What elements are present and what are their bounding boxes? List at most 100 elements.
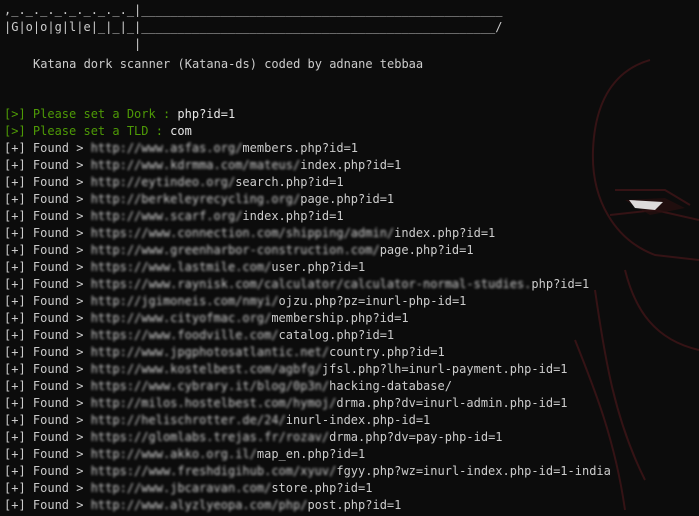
found-prefix: [+] Found > [4, 430, 91, 444]
result-url-path[interactable]: php?id=1 [531, 277, 589, 291]
result-row: [+] Found > http://berkeleyrecycling.org… [4, 191, 696, 208]
result-url-host-redacted: http://www.jbcaravan.com/ [90, 481, 272, 495]
dork-input-value[interactable]: php?id=1 [177, 107, 235, 121]
found-prefix: [+] Found > [4, 277, 91, 291]
found-prefix: [+] Found > [4, 396, 91, 410]
result-row: [+] Found > https://glomlabs.trejas.fr/r… [4, 429, 696, 446]
result-row: [+] Found > http://www.greenharbor-const… [4, 242, 696, 259]
result-url-path[interactable]: map_en.php?id=1 [257, 447, 365, 461]
result-row: [+] Found > https://www.raynisk.com/calc… [4, 276, 696, 293]
result-url-path[interactable]: index.php?id=1 [242, 209, 343, 223]
result-row: [+] Found > http://jgimoneis.com/nmyi/oj… [4, 293, 696, 310]
tld-input-value[interactable]: com [170, 124, 192, 138]
result-url-host-redacted: http://helischrotter.de/24/ [90, 413, 286, 427]
result-url-host-redacted: https://www.foodville.com/ [90, 328, 279, 342]
result-url-path[interactable]: drma.php?dv=inurl-admin.php-id=1 [336, 396, 567, 410]
result-url-path[interactable]: catalog.php?id=1 [279, 328, 395, 342]
result-url-host-redacted: http://www.scarf.org/ [90, 209, 243, 223]
result-url-host-redacted: https://www.cybrary.it/blog/0p3n/ [90, 379, 330, 393]
result-row: [+] Found > http://www.scarf.org/index.p… [4, 208, 696, 225]
result-row: [+] Found > http://www.jpgphotosatlantic… [4, 344, 696, 361]
tld-prompt-label: [>] Please set a TLD : [4, 124, 171, 138]
result-url-path[interactable]: index.php?id=1 [300, 158, 401, 172]
found-prefix: [+] Found > [4, 209, 91, 223]
result-url-path[interactable]: user.php?id=1 [271, 260, 365, 274]
result-url-path[interactable]: membership.php?id=1 [271, 311, 408, 325]
result-url-path[interactable]: inurl-index.php-id=1 [286, 413, 431, 427]
banner-line-3: | [4, 37, 142, 51]
result-url-host-redacted: https://www.raynisk.com/calculator/calcu… [90, 277, 532, 291]
found-prefix: [+] Found > [4, 294, 91, 308]
found-prefix: [+] Found > [4, 175, 91, 189]
found-prefix: [+] Found > [4, 328, 91, 342]
found-prefix: [+] Found > [4, 362, 91, 376]
result-url-host-redacted: https://www.connection.com/shipping/admi… [90, 226, 395, 240]
result-url-path[interactable]: page.php?id=1 [300, 192, 394, 206]
google-banner: ,_._._._._._._._._|_____________________… [4, 2, 503, 53]
result-url-host-redacted: http://milos.hostelbest.com/hymoj/ [90, 396, 337, 410]
tld-prompt: [>] Please set a TLD : com [4, 123, 696, 140]
result-url-path[interactable]: hacking-database/ [329, 379, 452, 393]
result-url-path[interactable]: page.php?id=1 [380, 243, 474, 257]
result-row: [+] Found > https://www.connection.com/s… [4, 225, 696, 242]
results-list: [+] Found > http://www.asfas.org/members… [4, 140, 696, 514]
found-prefix: [+] Found > [4, 464, 91, 478]
result-url-host-redacted: http://www.greenharbor-construction.com/ [90, 243, 380, 257]
result-url-host-redacted: http://jgimoneis.com/nmyi/ [90, 294, 279, 308]
found-prefix: [+] Found > [4, 141, 91, 155]
result-row: [+] Found > http://www.akko.org.il/map_e… [4, 446, 696, 463]
result-url-path[interactable]: members.php?id=1 [242, 141, 358, 155]
result-url-path[interactable]: search.php?id=1 [235, 175, 343, 189]
result-row: [+] Found > http://eytindeo.org/search.p… [4, 174, 696, 191]
result-row: [+] Found > https://www.cybrary.it/blog/… [4, 378, 696, 395]
result-url-path[interactable]: store.php?id=1 [271, 481, 372, 495]
found-prefix: [+] Found > [4, 379, 91, 393]
found-prefix: [+] Found > [4, 192, 91, 206]
found-prefix: [+] Found > [4, 498, 91, 512]
result-row: [+] Found > http://www.kostelbest.com/ag… [4, 361, 696, 378]
terminal-window[interactable]: ,_._._._._._._._._|_____________________… [0, 0, 699, 516]
terminal-output: [>] Please set a Dork : php?id=1 [>] Ple… [4, 106, 696, 514]
result-row: [+] Found > http://www.cityofmac.org/mem… [4, 310, 696, 327]
result-url-host-redacted: http://www.akko.org.il/ [90, 447, 257, 461]
result-url-path[interactable]: fgyy.php?wz=inurl-index.php-id=1-india [336, 464, 611, 478]
result-url-host-redacted: http://www.kostelbest.com/agbfg/ [90, 362, 322, 376]
found-prefix: [+] Found > [4, 413, 91, 427]
found-prefix: [+] Found > [4, 158, 91, 172]
result-url-host-redacted: http://www.alyzlyeopa.com/php/ [90, 498, 308, 512]
result-url-host-redacted: http://www.asfas.org/ [90, 141, 243, 155]
found-prefix: [+] Found > [4, 243, 91, 257]
result-url-path[interactable]: index.php?id=1 [394, 226, 495, 240]
result-row: [+] Found > http://www.alyzlyeopa.com/ph… [4, 497, 696, 514]
result-url-host-redacted: http://berkeleyrecycling.org/ [90, 192, 301, 206]
result-row: [+] Found > https://www.lastmile.com/use… [4, 259, 696, 276]
found-prefix: [+] Found > [4, 481, 91, 495]
dork-prompt-label: [>] Please set a Dork : [4, 107, 178, 121]
result-row: [+] Found > http://milos.hostelbest.com/… [4, 395, 696, 412]
found-prefix: [+] Found > [4, 311, 91, 325]
banner-line-2: |G|o|o|g|l|e|_|_|_|_____________________… [4, 20, 503, 34]
result-row: [+] Found > http://helischrotter.de/24/i… [4, 412, 696, 429]
result-url-host-redacted: https://www.freshdigihub.com/xyuv/ [90, 464, 337, 478]
found-prefix: [+] Found > [4, 345, 91, 359]
found-prefix: [+] Found > [4, 260, 91, 274]
found-prefix: [+] Found > [4, 447, 91, 461]
result-url-host-redacted: https://www.lastmile.com/ [90, 260, 272, 274]
banner-line-1: ,_._._._._._._._._|_____________________… [4, 3, 503, 17]
result-url-host-redacted: http://www.cityofmac.org/ [90, 311, 272, 325]
result-row: [+] Found > http://www.kdrmma.com/mateus… [4, 157, 696, 174]
found-prefix: [+] Found > [4, 226, 91, 240]
dork-prompt: [>] Please set a Dork : php?id=1 [4, 106, 696, 123]
result-row: [+] Found > https://www.foodville.com/ca… [4, 327, 696, 344]
result-row: [+] Found > http://www.asfas.org/members… [4, 140, 696, 157]
result-url-path[interactable]: post.php?id=1 [307, 498, 401, 512]
result-url-host-redacted: https://glomlabs.trejas.fr/rozav/ [90, 430, 330, 444]
result-url-path[interactable]: drma.php?dv=pay-php-id=1 [329, 430, 502, 444]
result-url-path[interactable]: jfsl.php?lh=inurl-payment.php-id=1 [322, 362, 568, 376]
result-row: [+] Found > http://www.jbcaravan.com/sto… [4, 480, 696, 497]
result-url-host-redacted: http://www.kdrmma.com/mateus/ [90, 158, 301, 172]
tool-credit: Katana dork scanner (Katana-ds) coded by… [33, 57, 424, 71]
result-url-path[interactable]: ojzu.php?pz=inurl-php-id=1 [279, 294, 467, 308]
result-url-host-redacted: http://www.jpgphotosatlantic.net/ [90, 345, 330, 359]
result-url-path[interactable]: country.php?id=1 [329, 345, 445, 359]
